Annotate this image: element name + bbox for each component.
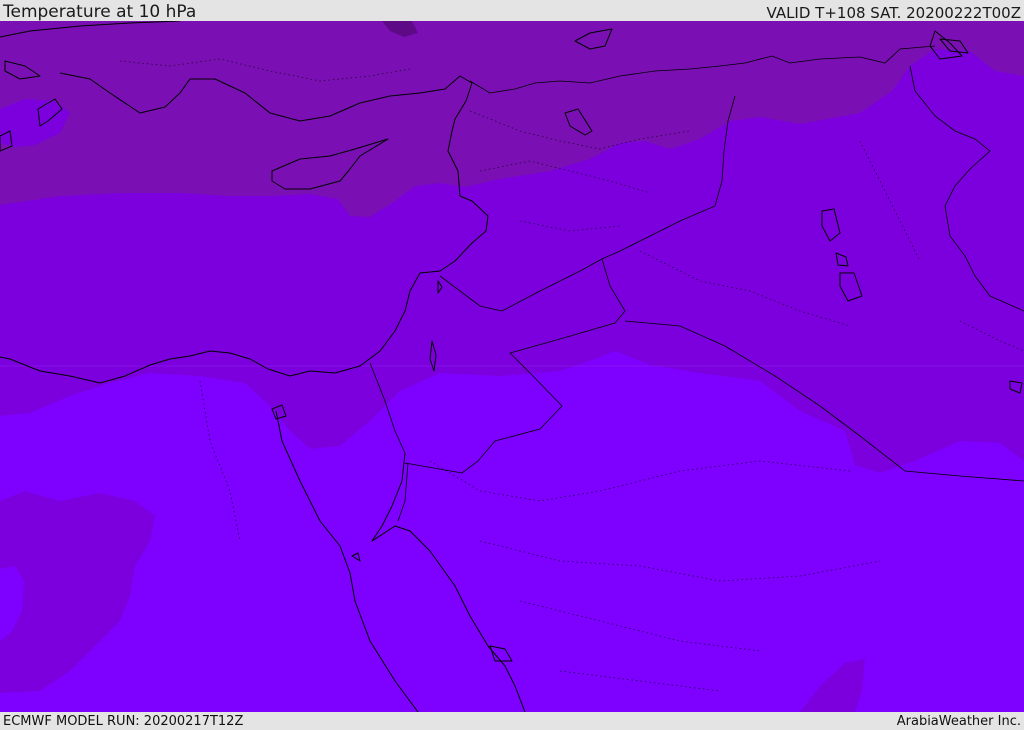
map-panel[interactable]	[0, 21, 1024, 712]
header-bar: Temperature at 10 hPa VALID T+108 SAT. 2…	[0, 0, 1024, 21]
map-title: Temperature at 10 hPa	[3, 2, 197, 22]
map-canvas[interactable]	[0, 21, 1024, 712]
footer-bar: ECMWF MODEL RUN: 20200217T12Z ArabiaWeat…	[0, 712, 1024, 729]
model-run: ECMWF MODEL RUN: 20200217T12Z	[3, 714, 244, 729]
valid-time: VALID T+108 SAT. 20200222T00Z	[766, 4, 1021, 22]
credit: ArabiaWeather Inc.	[896, 714, 1021, 729]
